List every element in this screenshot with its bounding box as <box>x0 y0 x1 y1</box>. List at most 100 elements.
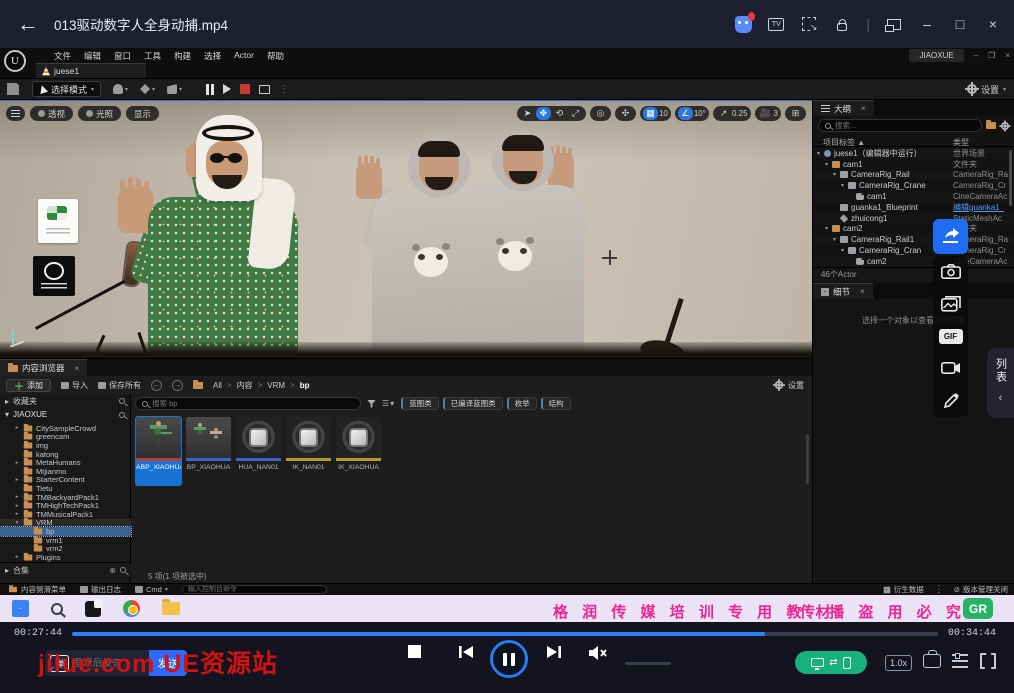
maximize-button[interactable]: □ <box>951 15 969 33</box>
asset-scrollbar[interactable] <box>806 434 809 484</box>
playback-speed-button[interactable]: 1.0x <box>885 655 912 671</box>
previous-button[interactable] <box>458 645 474 659</box>
stop-button[interactable] <box>408 645 421 658</box>
video-record-icon[interactable] <box>941 361 961 375</box>
folder-arrow-icon[interactable]: ▸ <box>14 477 20 483</box>
level-tab[interactable]: juese1 <box>36 63 146 78</box>
gif-record-button[interactable]: GIF <box>939 329 963 344</box>
lock-icon[interactable] <box>833 15 851 33</box>
back-button[interactable]: ← <box>14 11 42 37</box>
console-field[interactable] <box>188 586 321 593</box>
snapshot-icon[interactable] <box>800 15 818 33</box>
console-input[interactable] <box>182 585 327 594</box>
breadcrumb-item[interactable]: VRM <box>267 381 294 390</box>
filter-chip[interactable]: 结构 <box>541 397 571 410</box>
outliner-row[interactable]: ▾ cam2 CineCameraAc <box>813 256 1014 267</box>
share-button[interactable] <box>933 219 968 254</box>
camera-icon[interactable] <box>941 264 961 279</box>
status-more-icon[interactable]: ⋮ <box>934 584 944 595</box>
filter-chip[interactable]: 蓝图类 <box>401 397 439 410</box>
folder-row[interactable]: ▸ MetaHumans <box>0 458 131 467</box>
expand-arrow-icon[interactable]: ▾ <box>841 182 848 189</box>
search-icon[interactable] <box>120 567 126 573</box>
file-explorer-icon[interactable] <box>162 602 180 615</box>
outliner-row[interactable]: ▾ CameraRig_Crane CameraRig_Cr <box>813 180 1014 191</box>
import-button[interactable]: 导入 <box>61 380 88 391</box>
outliner-search-input[interactable] <box>818 119 982 132</box>
folder-arrow-icon[interactable]: ▸ <box>14 511 20 517</box>
folder-row[interactable]: Tietu <box>0 484 131 493</box>
asset-search-field[interactable] <box>152 399 354 408</box>
chrome-icon[interactable] <box>123 600 140 617</box>
folder-row[interactable]: bp <box>0 527 131 536</box>
folder-row[interactable]: img <box>0 441 131 450</box>
outliner-row[interactable]: ▾ cam2 文件夹 <box>813 224 1014 235</box>
close-icon[interactable]: × <box>75 364 80 373</box>
outliner-row[interactable]: ▾ cam1 文件夹 <box>813 159 1014 170</box>
mini-mode-button[interactable] <box>885 15 903 33</box>
ue-menu-item[interactable]: 文件 <box>54 50 71 62</box>
path-folder-icon[interactable] <box>193 382 203 389</box>
ue-menu-item[interactable]: 帮助 <box>267 50 284 62</box>
grid-snap-value[interactable]: 10 <box>659 109 668 118</box>
toolbox-button[interactable] <box>923 654 941 668</box>
folder-row[interactable]: ▸ CitySampleCrowd <box>0 424 131 433</box>
fullscreen-button[interactable] <box>980 653 996 669</box>
outliner-settings-icon[interactable] <box>1001 122 1009 130</box>
filter-icon[interactable] <box>367 400 376 408</box>
camera-speed-control[interactable]: 🎥 3 <box>755 106 781 121</box>
camera-speed-value[interactable]: 3 <box>774 109 778 118</box>
ue-menu-item[interactable]: 窗口 <box>114 50 131 62</box>
minimize-button[interactable]: – <box>918 15 936 33</box>
derived-data-button[interactable]: 衍生数据 <box>883 584 924 595</box>
favorites-row[interactable]: ▸ 收藏夹 <box>0 394 130 408</box>
ue-menu-item[interactable]: 编辑 <box>84 50 101 62</box>
tab-details[interactable]: 细节 × <box>813 283 873 299</box>
save-all-button[interactable]: 保存所有 <box>98 380 141 391</box>
expand-arrow-icon[interactable]: ▾ <box>833 236 840 243</box>
world-space-toggle[interactable]: ◎ <box>593 107 608 120</box>
outliner-row[interactable]: ▾ CameraRig_Rail CameraRig_Ra <box>813 170 1014 181</box>
expand-arrow-icon[interactable]: ▾ <box>833 171 840 178</box>
cast-device-button[interactable]: ⇄ <box>795 651 867 674</box>
pause-pie-button[interactable] <box>206 84 214 95</box>
start-button-icon[interactable] <box>12 600 29 617</box>
project-root-row[interactable]: ▾ JIAOXUE <box>0 408 130 421</box>
outliner-folder-icon[interactable] <box>986 122 996 129</box>
rotate-tool-button[interactable]: ⟲ <box>552 107 567 120</box>
volume-slider[interactable] <box>625 662 671 665</box>
outliner-row[interactable]: ▾ guanka1_Blueprint 编辑guanka1_ <box>813 202 1014 213</box>
perspective-dropdown[interactable]: 透视 <box>30 106 73 121</box>
folder-row[interactable]: katong <box>0 450 131 459</box>
breadcrumb-item[interactable]: All <box>213 381 232 390</box>
select-mode-dropdown[interactable]: 选择模式 ▾ <box>32 81 101 97</box>
folder-arrow-icon[interactable]: ▾ <box>14 520 20 526</box>
outliner-row[interactable]: ▾ CameraRig_Cran CameraRig_Cr <box>813 245 1014 256</box>
expand-arrow-icon[interactable]: ▾ <box>825 225 832 232</box>
output-log-button[interactable]: 输出日志 <box>80 584 121 595</box>
content-settings-dropdown[interactable]: 设置 <box>774 380 804 391</box>
folder-arrow-icon[interactable]: ▸ <box>14 554 20 560</box>
outliner-row[interactable]: ▾ cam1 CineCameraAc <box>813 191 1014 202</box>
search-icon[interactable] <box>119 412 125 418</box>
eject-button[interactable] <box>259 85 270 94</box>
asset-tile[interactable]: ABP_XIAOHUA <box>135 416 182 486</box>
select-tool-button[interactable]: ➤ <box>520 107 535 120</box>
cinematics-dropdown[interactable]: ▾ <box>167 84 182 94</box>
ue-menu-item[interactable]: Actor <box>234 50 254 62</box>
folder-row[interactable]: greencam <box>0 433 131 442</box>
move-tool-button[interactable]: ✥ <box>536 107 551 120</box>
pencil-icon[interactable] <box>943 392 959 409</box>
expand-arrow-icon[interactable]: ▾ <box>841 247 848 254</box>
scale-snap-control[interactable]: ↗ 0.25 <box>713 106 751 121</box>
stop-pie-button[interactable] <box>240 84 250 94</box>
folder-row[interactable]: vrm2 <box>0 544 131 553</box>
angle-snap-value[interactable]: 10° <box>694 109 706 118</box>
add-collection-icon[interactable]: ⊕ <box>109 566 116 575</box>
asset-search-input[interactable] <box>135 397 361 410</box>
outliner-row[interactable]: ▾ zhuicong1 StaticMeshAc <box>813 213 1014 224</box>
outliner-row[interactable]: ▾ juese1（编辑器中运行） 世界场景 <box>813 148 1014 159</box>
filter-chip[interactable]: 已编译蓝图类 <box>443 397 503 410</box>
content-drawer-button[interactable]: 内容侧滑菜单 <box>8 584 66 595</box>
ue-minimize-icon[interactable]: – <box>974 51 978 60</box>
